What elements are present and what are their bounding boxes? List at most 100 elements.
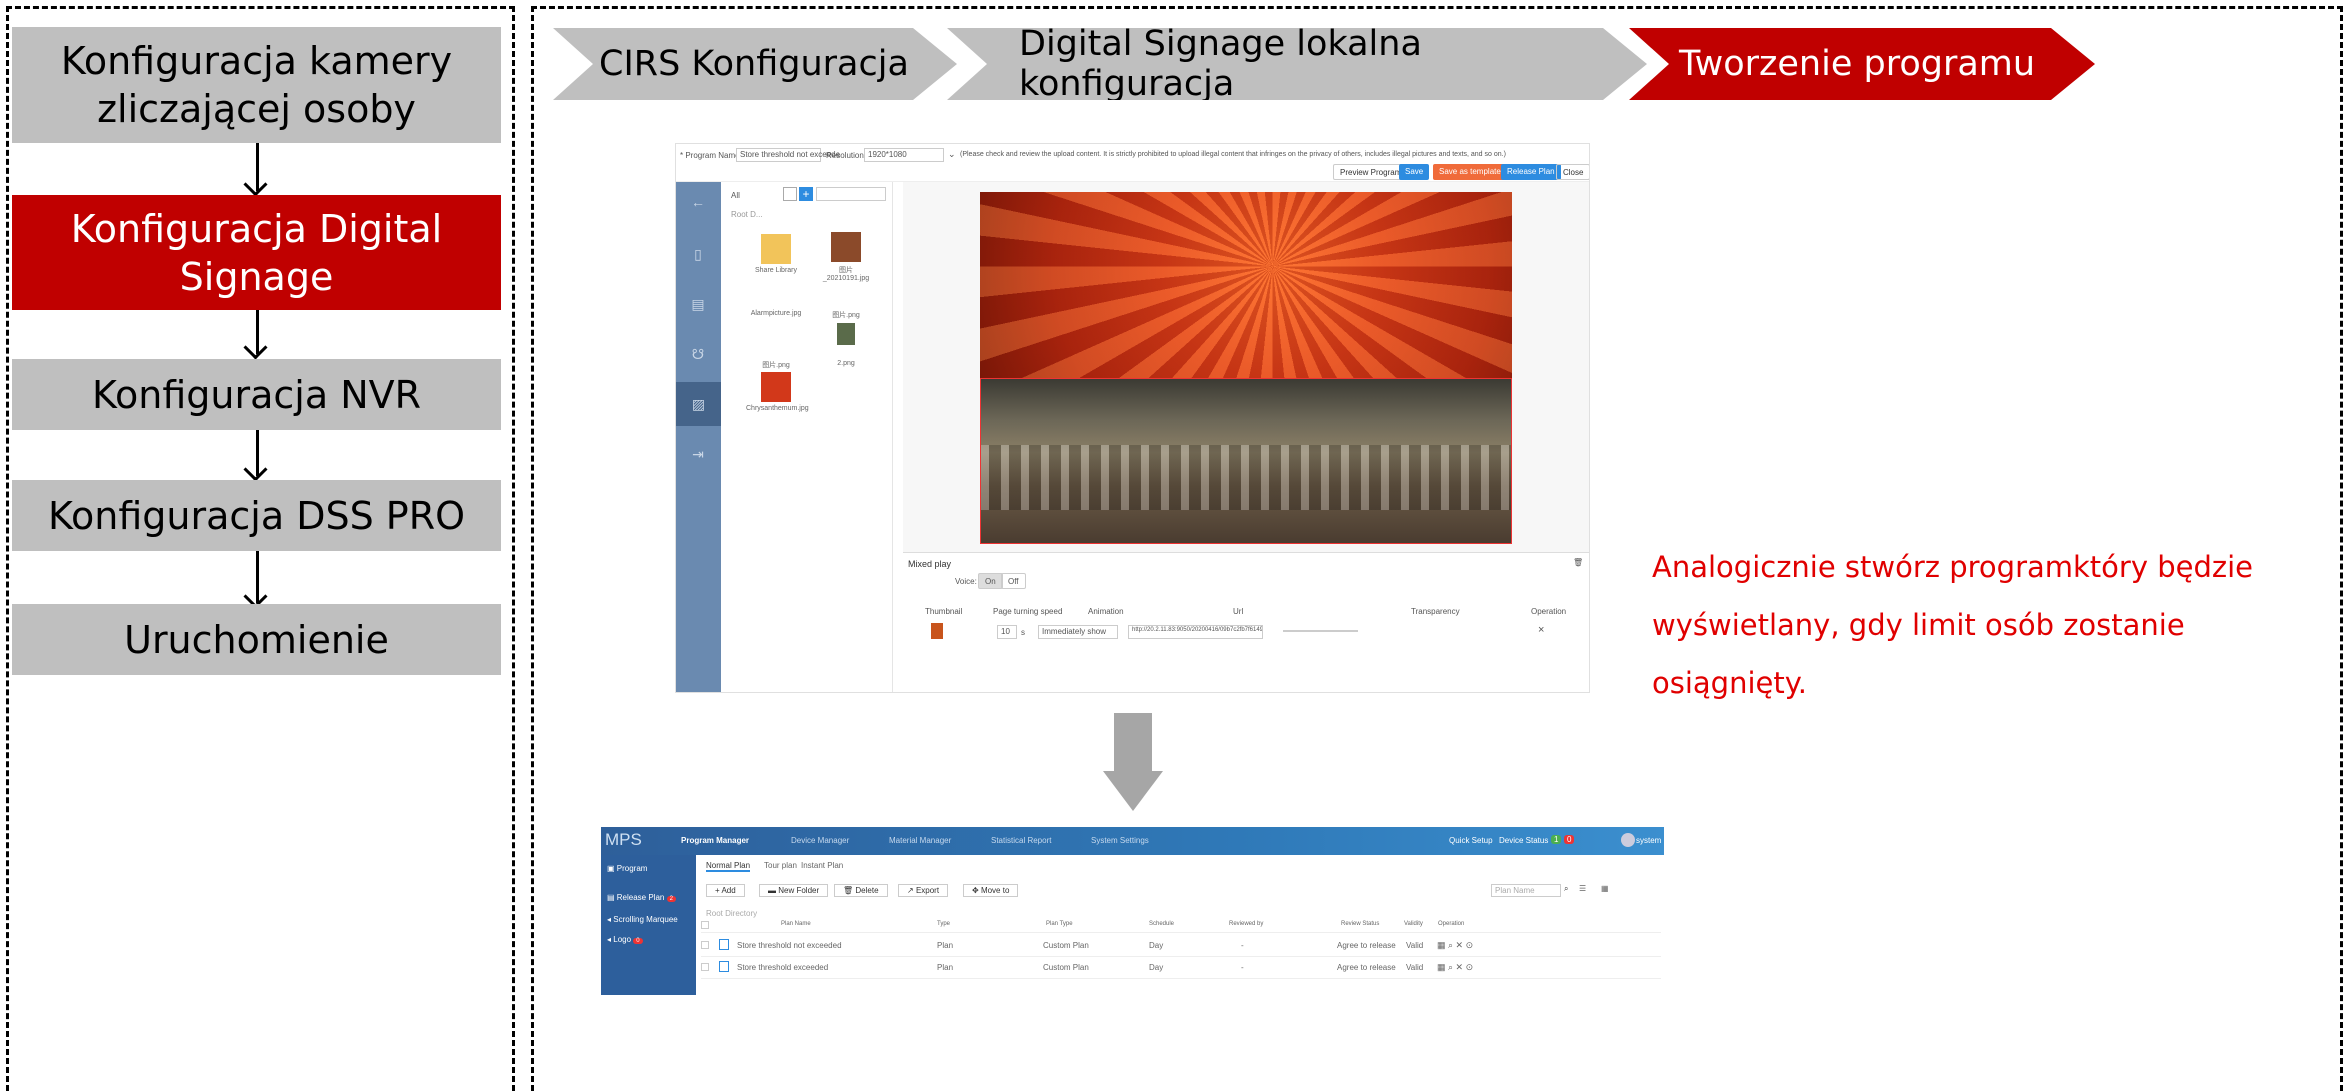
exit-icon[interactable]: ⇥ — [688, 444, 708, 464]
plan-search-input[interactable]: Plan Name — [1491, 884, 1561, 897]
row-actions[interactable]: ▦ ⌕ ✕ ⊙ — [1437, 962, 1473, 973]
library-item[interactable]: 图片_20210191.jpg — [816, 232, 876, 282]
sidebar-item-label: Scrolling Marquee — [613, 915, 678, 924]
plan-name[interactable]: Store threshold exceeded — [737, 963, 828, 972]
voice-off-toggle[interactable]: Off — [1001, 573, 1026, 589]
chrysanthemum-image[interactable] — [980, 192, 1512, 378]
step-arrow-icon — [256, 430, 259, 476]
save-as-template-button[interactable]: Save as template — [1433, 164, 1507, 180]
url-input[interactable]: http://20.2.11.83:9050/20200416/09b7c2fb… — [1128, 625, 1263, 639]
add-icon[interactable]: + — [799, 187, 813, 201]
row-checkbox[interactable] — [701, 963, 709, 971]
library-item[interactable]: Share Library — [746, 234, 806, 274]
material-library: All + Root D... Share Library 图片_2021019… — [721, 182, 893, 692]
plan-type-cell: Plan — [937, 963, 954, 972]
breadcrumb-label: Digital Signage lokalna konfiguracja — [1019, 24, 1422, 104]
sidebar-item-program[interactable]: ▣ Program — [607, 864, 647, 873]
plan-icon — [719, 939, 729, 950]
quick-setup-link[interactable]: Quick Setup — [1449, 836, 1493, 845]
store-image[interactable] — [980, 378, 1512, 544]
column-header: Type — [937, 921, 951, 927]
library-item[interactable]: 图片.png — [746, 360, 806, 370]
widget-icon[interactable]: ☋ — [688, 344, 708, 364]
row-actions[interactable]: ▦ ⌕ ✕ ⊙ — [1437, 940, 1473, 951]
new-folder-button[interactable]: ▬ New Folder — [759, 884, 829, 897]
step-arrow-icon — [256, 310, 259, 354]
nav-material-manager[interactable]: Material Manager — [889, 836, 951, 845]
device-status-label[interactable]: Device Status — [1499, 836, 1548, 845]
filter-dropdown-icon[interactable] — [783, 187, 797, 201]
folder-icon — [761, 234, 791, 264]
schedule-cell: Day — [1149, 941, 1164, 950]
nav-program-manager[interactable]: Program Manager — [681, 836, 749, 845]
avatar[interactable] — [1621, 833, 1635, 847]
column-header: Transparency — [1411, 607, 1460, 616]
program-canvas[interactable] — [903, 182, 1589, 552]
document-icon[interactable]: ▤ — [688, 294, 708, 314]
sidebar-item-label: Logo — [613, 935, 632, 944]
list-view-icon[interactable]: ☰ — [1579, 884, 1586, 893]
library-item[interactable]: Alarmpicture.jpg — [746, 310, 806, 317]
trash-icon[interactable]: 🗑 — [1573, 558, 1583, 567]
column-header: Operation — [1438, 921, 1465, 927]
library-item[interactable]: 2.png — [816, 360, 876, 367]
library-root: Root D... — [731, 210, 763, 219]
resolution-select[interactable]: 1920*1080 — [864, 148, 944, 162]
sidebar-item-scrolling-marquee[interactable]: ◂ Scrolling Marquee — [607, 915, 678, 924]
chevron-down-icon[interactable]: ⌄ — [948, 149, 956, 160]
breadcrumb-label: Tworzenie programu — [1679, 44, 2036, 84]
validity-cell: Valid — [1406, 963, 1424, 972]
nav-statistical-report[interactable]: Statistical Report — [991, 836, 1051, 845]
export-button[interactable]: ↗ Export — [898, 884, 949, 897]
release-plan-button[interactable]: Release Plan — [1501, 164, 1561, 180]
table-row[interactable]: Store threshold exceeded Plan Custom Pla… — [701, 957, 1661, 979]
mixed-play-panel: Mixed play 🗑 Voice: On Off Thumbnail Pag… — [903, 552, 1589, 692]
step-label: Konfiguracja NVR — [91, 372, 422, 417]
library-search-input[interactable] — [816, 187, 886, 201]
sidebar-item-label: Release Plan — [616, 893, 665, 902]
grid-view-icon[interactable]: ▦ — [1601, 884, 1609, 893]
table-row[interactable]: Store threshold not exceeded Plan Custom… — [701, 935, 1661, 957]
plan-name[interactable]: Store threshold not exceeded — [737, 941, 842, 950]
library-item[interactable]: 图片.png — [816, 310, 876, 348]
nav-device-manager[interactable]: Device Manager — [791, 836, 849, 845]
step-digital-signage-config: Konfiguracja Digital Signage — [12, 195, 501, 310]
delete-button[interactable]: 🗑 Delete — [834, 884, 888, 897]
preview-program-button[interactable]: Preview Program — [1333, 164, 1409, 180]
sidebar-item-release-plan[interactable]: ▤ Release Plan 2 — [607, 893, 676, 902]
library-filter[interactable]: All — [731, 191, 740, 200]
animation-select[interactable]: Immediately show — [1038, 625, 1118, 639]
nav-system-settings[interactable]: System Settings — [1091, 836, 1149, 845]
voice-on-toggle[interactable]: On — [978, 573, 1003, 589]
back-arrow-icon[interactable]: ← — [688, 192, 708, 212]
user-name[interactable]: system — [1636, 836, 1661, 845]
tab-instant-plan[interactable]: Instant Plan — [801, 861, 843, 870]
instruction-text: Analogicznie stwórz programktóry będzie … — [1652, 550, 2253, 700]
move-to-button[interactable]: ✥ Move to — [963, 884, 1019, 897]
library-item-label: Share Library — [754, 267, 798, 274]
page-turning-speed-input[interactable]: 10 — [997, 625, 1017, 639]
program-name-input[interactable]: Store threshold not exceede — [736, 148, 840, 162]
table-header: Plan Name Type Plan Type Schedule Review… — [701, 919, 1661, 933]
select-all-checkbox[interactable] — [701, 921, 709, 929]
add-label: Add — [721, 886, 736, 895]
library-item[interactable]: Chrysanthemum.jpg — [746, 372, 809, 412]
image-icon[interactable]: ▨ — [676, 382, 721, 426]
row-checkbox[interactable] — [701, 941, 709, 949]
tab-normal-plan[interactable]: Normal Plan — [706, 861, 751, 872]
close-icon[interactable]: × — [1538, 624, 1544, 636]
image-thumbnail — [837, 323, 855, 345]
layout-icon[interactable]: ▯ — [688, 244, 708, 264]
root-directory-label: Root Directory — [706, 909, 758, 918]
transparency-slider[interactable] — [1283, 630, 1358, 632]
close-button[interactable]: Close — [1556, 164, 1589, 180]
search-icon[interactable]: ⌕ — [1564, 884, 1568, 894]
sidebar-item-logo[interactable]: ◂ Logo 0 — [607, 935, 643, 944]
add-button[interactable]: + Add — [706, 884, 745, 897]
mps-top-bar: MPS Program Manager Device Manager Mater… — [601, 827, 1664, 855]
tab-tour-plan[interactable]: Tour plan — [764, 861, 797, 870]
library-item-label: 图片.png — [832, 312, 860, 319]
row-thumbnail — [931, 623, 943, 639]
save-button[interactable]: Save — [1399, 164, 1430, 180]
release-plan-badge: 2 — [666, 896, 676, 902]
